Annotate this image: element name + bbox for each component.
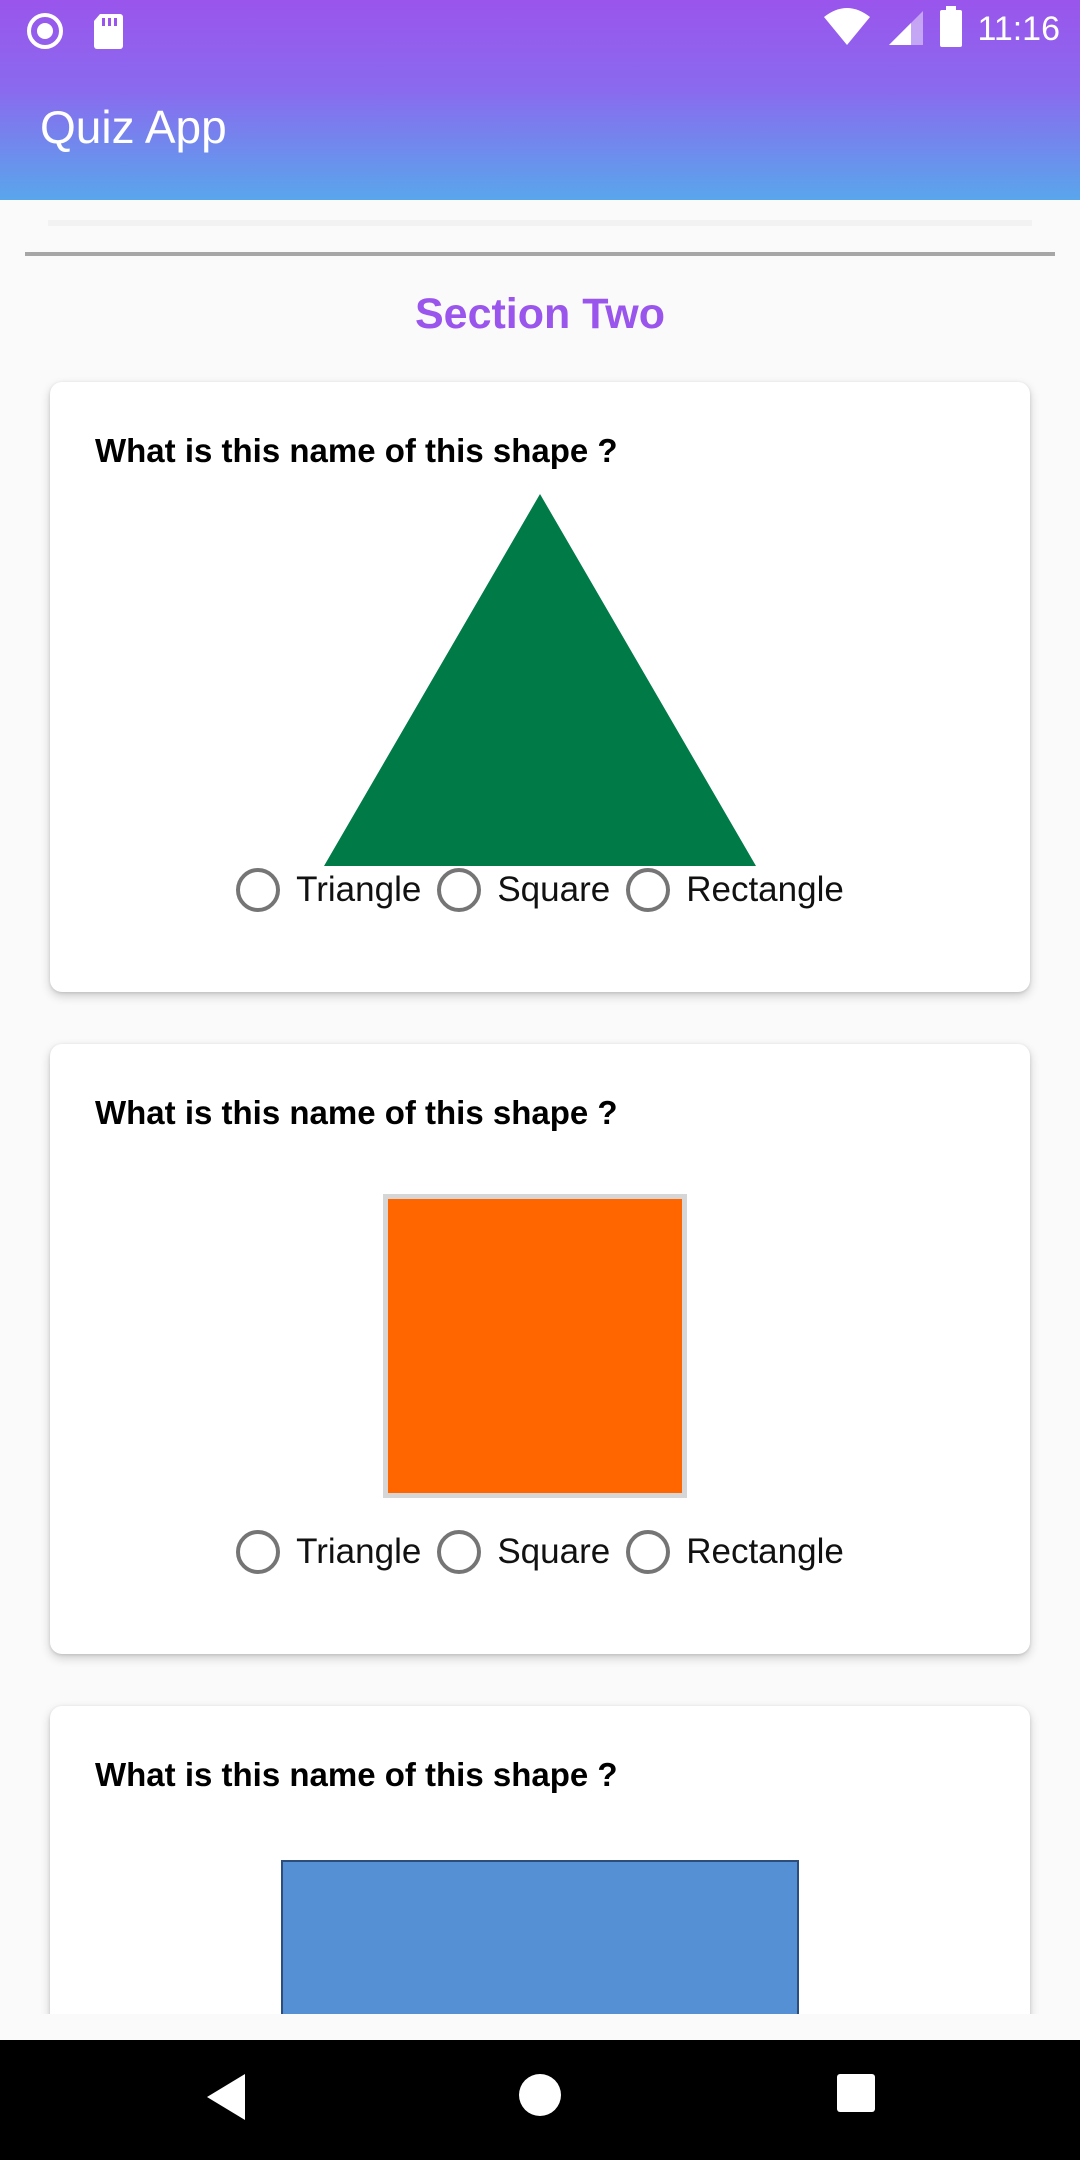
radio-button[interactable]: [626, 868, 671, 912]
recents-icon[interactable]: [835, 2072, 877, 2119]
section-title: Section Two: [414, 290, 666, 338]
status-bar: 11:16: [0, 0, 1080, 63]
answer-options: Triangle Square Rectangle: [50, 868, 1030, 912]
option-rectangle[interactable]: Rectangle: [626, 1530, 844, 1574]
radio-button[interactable]: [236, 868, 281, 912]
radio-button[interactable]: [437, 1530, 482, 1574]
question-text: What is this name of this shape ?: [95, 1756, 618, 1793]
option-label: Triangle: [296, 870, 422, 909]
answer-options: Triangle Square Rectangle: [50, 1530, 1030, 1574]
battery-icon: [939, 6, 963, 53]
question-card: What is this name of this shape ? Triang…: [50, 1044, 1030, 1654]
option-triangle[interactable]: Triangle: [236, 868, 421, 912]
app-bar: 11:16 Quiz App: [0, 0, 1080, 200]
question-card: What is this name of this shape ?: [50, 1706, 1030, 2014]
section-divider: [25, 252, 1055, 256]
question-text: What is this name of this shape ?: [95, 432, 618, 469]
question-text: What is this name of this shape ?: [95, 1094, 618, 1131]
navigation-bar: [0, 2040, 1080, 2160]
option-label: Square: [497, 1532, 611, 1571]
wifi-icon: [823, 7, 871, 52]
status-time: 11:16: [977, 10, 1060, 48]
option-label: Triangle: [296, 1532, 422, 1571]
radio-button[interactable]: [437, 868, 482, 912]
option-rectangle[interactable]: Rectangle: [626, 868, 844, 912]
option-label: Square: [497, 870, 611, 909]
radio-button[interactable]: [626, 1530, 671, 1574]
square-shape-image: [383, 1194, 687, 1503]
option-label: Rectangle: [686, 1532, 844, 1571]
triangle-shape-image: [322, 492, 758, 873]
sd-card-icon: [92, 12, 124, 55]
option-square[interactable]: Square: [437, 868, 610, 912]
option-square[interactable]: Square: [437, 1530, 610, 1574]
question-card: What is this name of this shape ? Triang…: [50, 382, 1030, 992]
app-title: Quiz App: [40, 101, 227, 153]
radio-button[interactable]: [236, 1530, 281, 1574]
cell-signal-icon: [885, 7, 925, 52]
back-icon[interactable]: [205, 2072, 249, 2127]
quiz-content[interactable]: Section Two What is this name of this sh…: [0, 200, 1080, 2014]
notification-circle-icon: [26, 12, 64, 55]
option-label: Rectangle: [686, 870, 844, 909]
previous-content-edge: [48, 220, 1032, 226]
home-icon[interactable]: [517, 2072, 563, 2123]
option-triangle[interactable]: Triangle: [236, 1530, 421, 1574]
rectangle-shape-image: [281, 1860, 799, 2014]
